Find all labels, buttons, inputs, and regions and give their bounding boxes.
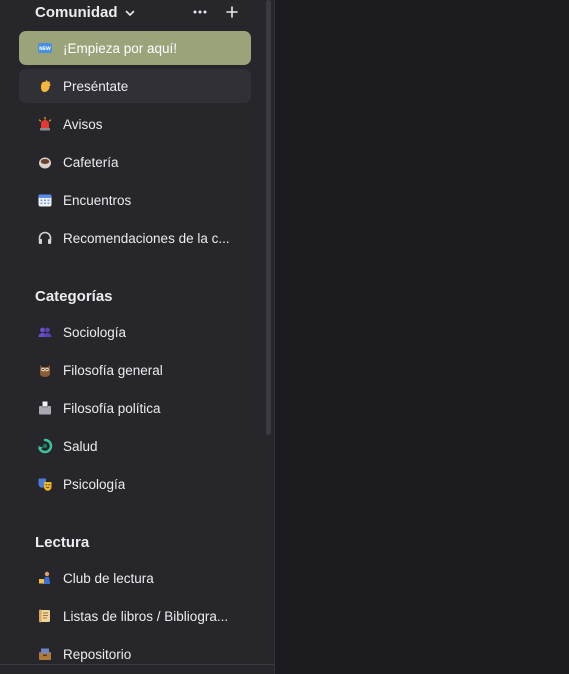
sidebar-item-label: Avisos — [63, 116, 103, 132]
coffee-icon — [37, 154, 53, 170]
scroll-icon — [37, 608, 53, 624]
waving-hand-icon — [37, 78, 53, 94]
sidebar-item-psicologia[interactable]: Psicología — [19, 467, 251, 501]
sidebar-item-listas-de-libros[interactable]: Listas de libros / Bibliogra... — [19, 599, 251, 633]
plus-icon — [226, 6, 238, 18]
sidebar-item-label: Encuentros — [63, 192, 132, 208]
sidebar-item-label: Recomendaciones de la c... — [63, 230, 230, 246]
sidebar-item-label: Sociología — [63, 324, 127, 340]
chevron-down-icon — [124, 6, 136, 18]
sidebar-item-avisos[interactable]: Avisos — [19, 107, 251, 141]
sidebar-item-label: Cafetería — [63, 154, 119, 170]
categories-title: Categorías — [35, 287, 113, 305]
sidebar-bottom-divider — [0, 664, 274, 665]
sidebar-item-salud[interactable]: Salud — [19, 429, 251, 463]
owl-icon — [37, 362, 53, 378]
recycle-icon — [37, 438, 53, 454]
new-badge-icon: NEW — [37, 40, 53, 56]
reader-icon — [37, 570, 53, 586]
sidebar: Comunidad NEW ¡Empieza por aquí! Presént… — [0, 0, 275, 674]
calendar-icon — [37, 192, 53, 208]
sidebar-item-club-de-lectura[interactable]: Club de lectura — [19, 561, 251, 595]
sidebar-item-filosofia-general[interactable]: Filosofía general — [19, 353, 251, 387]
sidebar-item-empieza-por-aqui[interactable]: NEW ¡Empieza por aquí! — [19, 31, 251, 65]
sidebar-item-encuentros[interactable]: Encuentros — [19, 183, 251, 217]
sidebar-item-label: Listas de libros / Bibliogra... — [63, 608, 229, 624]
reading-section-header[interactable]: Lectura — [35, 530, 89, 554]
sidebar-item-recomendaciones[interactable]: Recomendaciones de la c... — [19, 221, 251, 255]
sidebar-item-cafeteria[interactable]: Cafetería — [19, 145, 251, 179]
community-section-header[interactable]: Comunidad — [35, 0, 136, 24]
reading-title: Lectura — [35, 533, 90, 551]
community-title: Comunidad — [35, 3, 118, 21]
sidebar-item-label: Club de lectura — [63, 570, 154, 586]
more-options-button[interactable] — [190, 2, 210, 22]
app-window: Comunidad NEW ¡Empieza por aquí! Presént… — [0, 0, 569, 674]
sidebar-item-label: Salud — [63, 438, 98, 454]
categories-section-header[interactable]: Categorías — [35, 284, 113, 308]
sidebar-item-label: Repositorio — [63, 646, 132, 662]
sidebar-item-label: ¡Empieza por aquí! — [63, 40, 178, 56]
sidebar-item-label: Filosofía política — [63, 400, 161, 416]
people-icon — [37, 324, 53, 340]
community-header-actions — [190, 0, 242, 24]
sidebar-item-label: Psicología — [63, 476, 126, 492]
sidebar-item-label: Filosofía general — [63, 362, 163, 378]
theater-masks-icon — [37, 476, 53, 492]
sidebar-item-presentate[interactable]: Preséntate — [19, 69, 251, 103]
sidebar-item-sociologia[interactable]: Sociología — [19, 315, 251, 349]
sidebar-item-label: Preséntate — [63, 78, 129, 94]
sidebar-scrollbar[interactable] — [266, 0, 271, 435]
sidebar-item-filosofia-politica[interactable]: Filosofía política — [19, 391, 251, 425]
main-content-area — [276, 0, 569, 674]
add-channel-button[interactable] — [222, 2, 242, 22]
ballot-box-icon — [37, 400, 53, 416]
svg-text:NEW: NEW — [39, 46, 51, 52]
headphones-icon — [37, 230, 53, 246]
siren-icon — [37, 116, 53, 132]
sidebar-item-repositorio[interactable]: Repositorio — [19, 637, 251, 671]
ellipsis-icon — [193, 10, 207, 14]
card-box-icon — [37, 646, 53, 662]
